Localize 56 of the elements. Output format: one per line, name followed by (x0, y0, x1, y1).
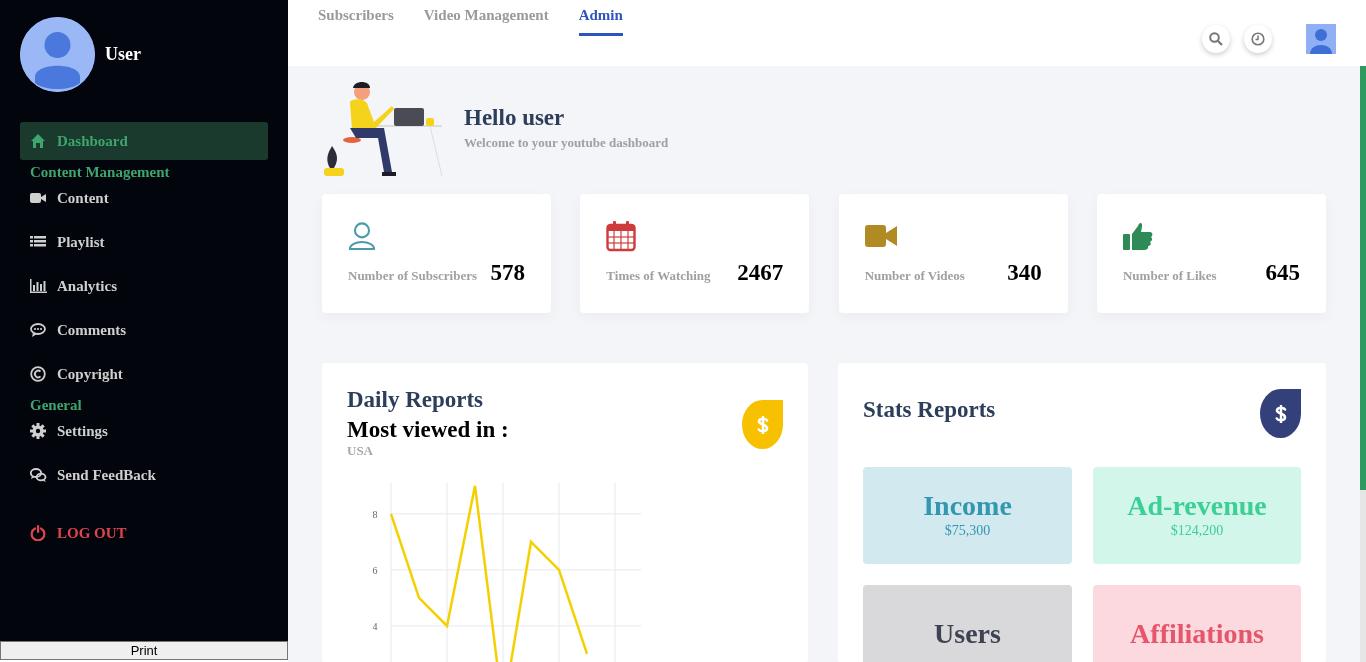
tile-amount: $75,300 (944, 523, 991, 539)
thumbs-up-icon (1123, 220, 1153, 252)
most-viewed-heading: Most viewed in : (347, 417, 509, 443)
user-outline-icon (348, 220, 376, 252)
user-name: User (105, 44, 141, 65)
logout-button[interactable]: LOG OUT (20, 514, 268, 552)
stat-value: 645 (1265, 260, 1300, 286)
nav-icon (30, 133, 47, 149)
card-title: Stats Reports (863, 397, 996, 423)
search-button[interactable] (1202, 25, 1230, 53)
country-label: USA (347, 443, 374, 459)
tile-amount: $124,200 (1170, 523, 1224, 539)
axis-tick-label: 8 (372, 508, 378, 520)
tile-title: Users (934, 619, 1001, 648)
greeting-title: Hello user (464, 105, 566, 131)
nav-icon (30, 366, 47, 382)
nav-item[interactable]: Send FeedBack (20, 456, 268, 494)
power-icon (30, 525, 47, 541)
history-button[interactable] (1244, 25, 1272, 53)
tab[interactable]: Admin (578, 0, 623, 36)
stat-label: Number of Videos (864, 268, 965, 284)
nav-item[interactable]: Copyright (20, 355, 268, 393)
nav-item[interactable]: Dashboard (20, 122, 268, 160)
nav-item[interactable]: Content (20, 179, 268, 217)
tile-title: Income (923, 492, 1012, 520)
nav-item[interactable]: Playlist (20, 223, 268, 261)
nav-item[interactable]: Settings (20, 412, 268, 450)
stat-value: 2467 (737, 260, 784, 286)
axis-tick-label: 4 (372, 620, 378, 632)
scrollbar[interactable] (1360, 66, 1366, 662)
tile-title: Ad-revenue (1127, 492, 1267, 520)
nav-icon (30, 190, 47, 206)
greeting-subtitle: Welcome to your youtube dashboard (464, 135, 669, 151)
nav-section-heading: General (29, 397, 83, 414)
axis-tick-label: 6 (372, 564, 378, 576)
nav-icon (30, 467, 47, 483)
nav-icon (30, 423, 47, 439)
stat-value: 578 (490, 260, 525, 286)
clock-icon (1251, 32, 1265, 46)
nav-icon (30, 322, 47, 338)
nav-section-heading: Content Management (29, 164, 171, 181)
dollar-icon (756, 414, 769, 435)
calendar-icon (606, 220, 637, 252)
nav-item[interactable]: Comments (20, 311, 268, 349)
print-button[interactable]: Print (0, 641, 288, 660)
card-title: Daily Reports (347, 387, 484, 413)
stat-label: Times of Watching (606, 268, 711, 284)
nav-icon (30, 278, 47, 294)
nav-item[interactable]: Analytics (20, 267, 268, 305)
stat-label: Number of Subscribers (348, 268, 478, 284)
dollar-icon (1274, 403, 1287, 424)
stat-value: 340 (1007, 260, 1042, 286)
tile-title: Affiliations (1130, 619, 1264, 648)
stat-label: Number of Likes (1123, 268, 1217, 284)
nav-icon (30, 234, 47, 250)
search-icon (1209, 32, 1223, 46)
